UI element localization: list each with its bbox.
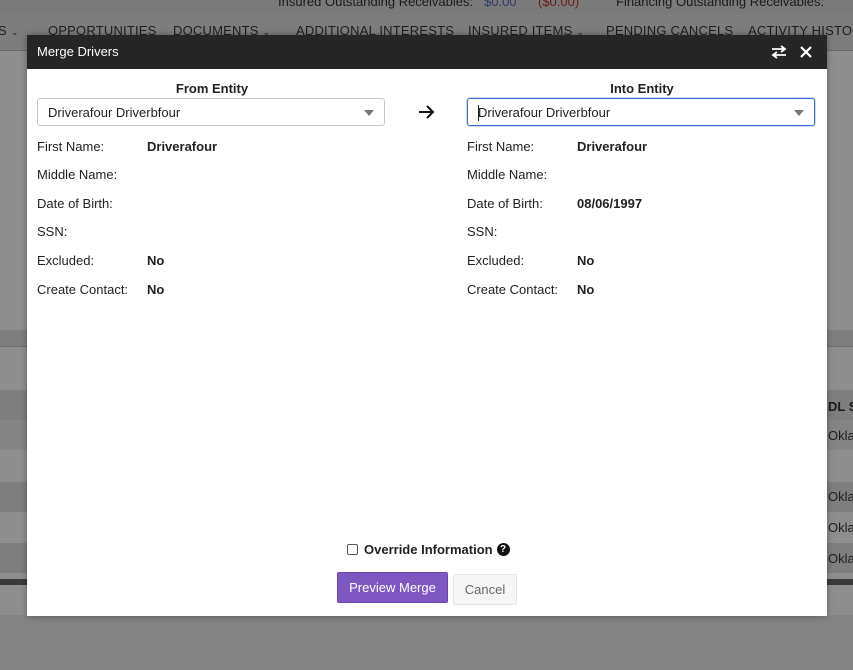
into-ssn-label: SSN: xyxy=(467,224,498,239)
caret-down-icon[interactable] xyxy=(364,110,374,116)
bg-cell: Okla xyxy=(828,520,853,535)
from-create-contact-value: No xyxy=(147,282,165,297)
into-entity-select[interactable]: Driverafour Driverbfour xyxy=(467,98,815,126)
arrow-right-icon xyxy=(419,105,435,119)
bg-financing-label: Financing Outstanding Receivables: xyxy=(616,0,825,9)
bg-receivables-label: Insured Outstanding Receivables: xyxy=(278,0,474,9)
cancel-button[interactable]: Cancel xyxy=(453,574,517,605)
preview-merge-button[interactable]: Preview Merge xyxy=(337,572,448,603)
dialog-title: Merge Drivers xyxy=(37,44,119,59)
from-ssn-label: SSN: xyxy=(37,224,68,239)
from-excluded-label: Excluded: xyxy=(37,253,95,268)
bg-cell: Okla xyxy=(828,551,853,566)
from-first-name-value: Driverafour xyxy=(147,139,218,154)
caret-down-icon[interactable] xyxy=(794,110,804,116)
bg-cell: Okla xyxy=(828,489,853,504)
from-middle-name-label: Middle Name: xyxy=(37,167,118,182)
from-entity-value: Driverafour Driverbfour xyxy=(48,105,181,120)
from-dob-label: Date of Birth: xyxy=(37,196,113,211)
into-dob-value: 08/06/1997 xyxy=(577,196,643,211)
bg-nav-item[interactable]: S ⌄ xyxy=(0,23,19,38)
into-entity-value: Driverafour Driverbfour xyxy=(478,105,611,120)
override-information-row: Override Information ? xyxy=(347,542,510,557)
into-create-contact-label: Create Contact: xyxy=(467,282,559,297)
override-label[interactable]: Override Information xyxy=(364,542,493,557)
help-icon[interactable]: ? xyxy=(496,543,510,556)
from-entity-heading: From Entity xyxy=(175,81,249,96)
swap-icon[interactable] xyxy=(768,41,790,63)
from-entity-select[interactable]: Driverafour Driverbfour xyxy=(37,98,385,126)
into-dob-label: Date of Birth: xyxy=(467,196,543,211)
bg-column-header: DL S xyxy=(828,399,853,414)
into-middle-name-label: Middle Name: xyxy=(467,167,548,182)
bg-footer xyxy=(0,615,853,670)
into-excluded-value: No xyxy=(577,253,595,268)
into-entity-heading: Into Entity xyxy=(610,81,674,96)
from-excluded-value: No xyxy=(147,253,165,268)
bg-cell: Okla xyxy=(828,428,853,443)
close-icon[interactable] xyxy=(795,41,817,63)
bg-receivables-value2: ($0.00) xyxy=(538,0,580,9)
from-first-name-label: First Name: xyxy=(37,139,105,154)
into-create-contact-value: No xyxy=(577,282,595,297)
into-excluded-label: Excluded: xyxy=(467,253,525,268)
background-receivables-bar: Insured Outstanding Receivables: $0.00 (… xyxy=(0,0,853,14)
bg-receivables-value: $0.00 xyxy=(484,0,517,9)
into-first-name-label: First Name: xyxy=(467,139,535,154)
from-create-contact-label: Create Contact: xyxy=(37,282,129,297)
merge-drivers-dialog: Merge Drivers From Entity Driverafour Dr… xyxy=(27,35,827,616)
override-checkbox[interactable] xyxy=(347,544,358,555)
into-first-name-value: Driverafour xyxy=(577,139,648,154)
dialog-header: Merge Drivers xyxy=(27,35,827,69)
